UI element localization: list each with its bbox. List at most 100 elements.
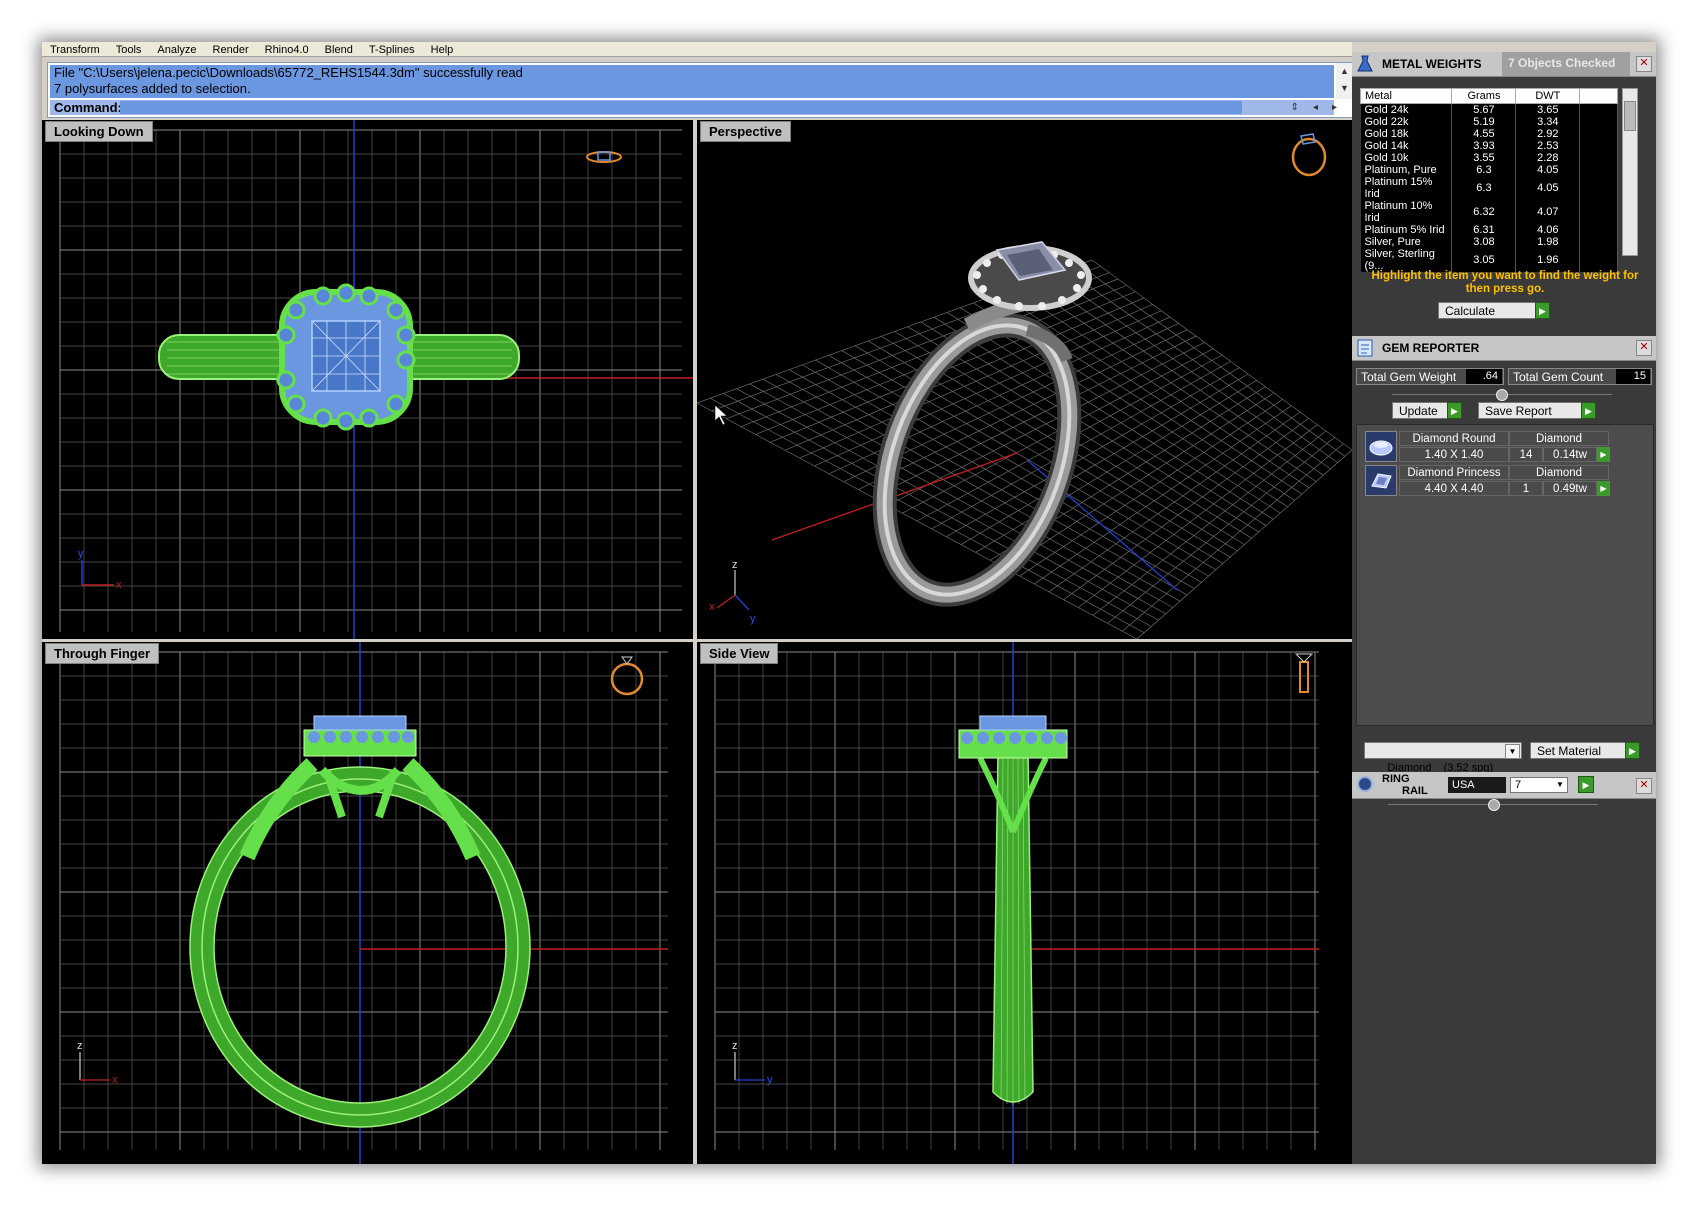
metal-spacer	[1579, 176, 1618, 200]
metal-grams: 3.55	[1451, 152, 1517, 164]
close-icon[interactable]: ✕	[1636, 340, 1652, 356]
metal-row[interactable]: Gold 22k 5.19 3.34	[1360, 116, 1618, 128]
metal-spacer	[1579, 152, 1618, 164]
axis-label-x: x	[116, 579, 122, 591]
viewport-perspective[interactable]: Perspective z y x	[697, 120, 1352, 639]
through-finger-canvas: z x	[59, 642, 668, 1164]
metal-grams: 4.55	[1451, 128, 1517, 140]
menu-render[interactable]: Render	[205, 45, 257, 56]
ring-thumbnail-perspective-icon	[1291, 133, 1327, 177]
metal-row[interactable]: Platinum, Pure 6.3 4.05	[1360, 164, 1618, 176]
update-button[interactable]: Update ▶	[1392, 402, 1462, 419]
save-report-label: Save Report	[1485, 404, 1552, 418]
go-arrow-icon[interactable]: ▶	[1597, 447, 1610, 462]
gem-material: Diamond	[1509, 465, 1609, 480]
metal-grams: 6.32	[1451, 200, 1517, 224]
metal-name: Silver, Sterling (9...	[1360, 248, 1453, 272]
report-icon	[1357, 339, 1373, 357]
axis-label-y: y	[750, 613, 756, 625]
set-material-label: Set Material	[1537, 744, 1602, 758]
viewport-through-finger[interactable]: Through Finger z x	[42, 642, 693, 1164]
metal-row[interactable]: Gold 18k 4.55 2.92	[1360, 128, 1618, 140]
menu-blend[interactable]: Blend	[317, 45, 361, 56]
viewport-title[interactable]: Perspective	[700, 121, 791, 142]
scroll-thumb[interactable]	[1624, 101, 1636, 131]
col-grams[interactable]: Grams	[1451, 88, 1517, 104]
arrow-left-icon[interactable]: ◂	[1313, 102, 1318, 113]
gem-row[interactable]: Diamond Round Diamond 1.40 X 1.40 14 0.1…	[1365, 431, 1610, 463]
save-report-button[interactable]: Save Report ▶	[1478, 402, 1596, 419]
metal-spacer	[1579, 140, 1618, 152]
metal-row[interactable]: Silver, Sterling (9... 3.05 1.96	[1360, 248, 1618, 272]
total-gem-weight-value: .64	[1466, 369, 1502, 384]
viewport-side-view[interactable]: Side View z y	[697, 642, 1352, 1164]
col-metal[interactable]: Metal	[1359, 88, 1453, 104]
ring-size-select[interactable]: 7 ▼	[1510, 777, 1568, 793]
menu-transform[interactable]: Transform	[42, 45, 108, 56]
command-history: File "C:\Users\jelena.pecic\Downloads\65…	[50, 65, 1334, 98]
chevron-down-icon[interactable]: ▼	[1554, 779, 1566, 791]
ring-rail-title-line2: RAIL	[1402, 785, 1428, 797]
metal-name: Silver, Pure	[1360, 236, 1453, 248]
menu-help[interactable]: Help	[423, 45, 462, 56]
ring-size-country-value: USA	[1452, 779, 1475, 791]
metal-hint-text: Highlight the item you want to find the …	[1371, 270, 1639, 295]
viewport-title[interactable]: Through Finger	[45, 643, 160, 664]
flask-icon	[1357, 55, 1373, 72]
axis-label-z: z	[77, 1040, 83, 1052]
scroll-down-icon[interactable]: ▼	[1336, 80, 1353, 97]
metal-row[interactable]: Gold 14k 3.93 2.53	[1360, 140, 1618, 152]
arrow-right-icon[interactable]: ▸	[1332, 102, 1337, 113]
command-input[interactable]	[120, 101, 1242, 114]
round-diamond-icon	[1365, 431, 1397, 462]
total-gem-count-value: 15	[1616, 369, 1650, 384]
go-arrow-icon[interactable]: ▶	[1447, 402, 1462, 419]
metal-grams: 3.08	[1451, 236, 1517, 248]
metal-spacer	[1579, 128, 1618, 140]
go-arrow-icon[interactable]: ▶	[1581, 402, 1596, 419]
menu-tsplines[interactable]: T-Splines	[361, 45, 423, 56]
slider-knob[interactable]	[1496, 389, 1508, 401]
command-area: File "C:\Users\jelena.pecic\Downloads\65…	[47, 62, 1354, 118]
menu-rhino4[interactable]: Rhino4.0	[257, 45, 317, 56]
metal-row[interactable]: Platinum 15% Irid 6.3 4.05	[1360, 176, 1618, 200]
metal-name: Gold 24k	[1360, 103, 1453, 116]
princess-diamond-icon	[1365, 465, 1397, 496]
axis-widget: z x	[77, 1040, 118, 1086]
metal-dwt: 4.05	[1515, 176, 1581, 200]
metal-row[interactable]: Platinum 10% Irid 6.32 4.07	[1360, 200, 1618, 224]
menu-analyze[interactable]: Analyze	[149, 45, 204, 56]
viewport-title[interactable]: Looking Down	[45, 121, 153, 142]
gem-row[interactable]: Diamond Princess Diamond 4.40 X 4.40 1 0…	[1365, 465, 1610, 497]
viewport-looking-down[interactable]: Looking Down y x	[42, 120, 693, 639]
gem-total-weight: 0.49tw	[1543, 481, 1597, 496]
close-icon[interactable]: ✕	[1636, 56, 1652, 72]
go-arrow-icon[interactable]: ▶	[1535, 302, 1550, 319]
axis-label-z: z	[732, 1040, 738, 1052]
go-arrow-icon[interactable]: ▶	[1625, 742, 1640, 759]
metal-row[interactable]: Platinum 5% Irid 6.31 4.06	[1360, 224, 1618, 236]
calculate-button[interactable]: Calculate ▶	[1438, 302, 1550, 319]
chevron-down-icon[interactable]: ▼	[1505, 744, 1520, 759]
metal-table-scrollbar[interactable]	[1622, 88, 1638, 256]
col-dwt[interactable]: DWT	[1515, 88, 1581, 104]
metal-row[interactable]: Gold 10k 3.55 2.28	[1360, 152, 1618, 164]
menu-tools[interactable]: Tools	[108, 45, 150, 56]
viewport-title[interactable]: Side View	[700, 643, 779, 664]
spin-icon[interactable]: ⇕	[1291, 102, 1299, 113]
metal-grams: 3.05	[1451, 248, 1517, 272]
set-material-button[interactable]: Set Material ▶	[1530, 742, 1640, 759]
metal-row[interactable]: Silver, Pure 3.08 1.98	[1360, 236, 1618, 248]
go-arrow-icon[interactable]: ▶	[1578, 776, 1594, 793]
ring-size-country[interactable]: USA	[1448, 777, 1506, 793]
history-scrollbar[interactable]: ▲ ▼	[1336, 63, 1353, 99]
ring-rail-slider-knob[interactable]	[1488, 799, 1500, 811]
metal-spacer	[1579, 200, 1618, 224]
gem-name: Diamond Princess	[1399, 465, 1509, 480]
metal-row[interactable]: Gold 24k 5.67 3.65	[1360, 103, 1618, 116]
scroll-up-icon[interactable]: ▲	[1336, 63, 1353, 80]
close-icon[interactable]: ✕	[1636, 778, 1652, 794]
metal-dwt: 1.98	[1515, 236, 1581, 248]
material-select[interactable]: Diamond (3.52 spg) ▼	[1364, 742, 1522, 774]
go-arrow-icon[interactable]: ▶	[1597, 481, 1610, 496]
